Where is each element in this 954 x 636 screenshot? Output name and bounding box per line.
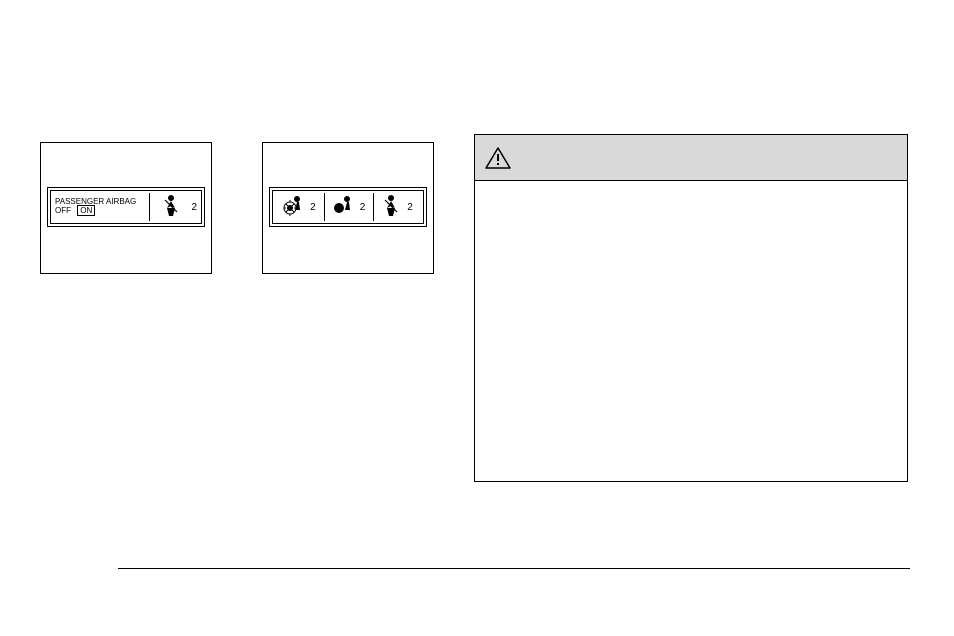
passenger-airbag-line1: PASSENGER AIRBAG [55,197,136,206]
divider-line [373,193,374,221]
indicator-panel-inner: PASSENGER AIRBAG OFF ON 2 [50,190,202,224]
document-page: PASSENGER AIRBAG OFF ON 2 [0,0,954,636]
page-footer-rule [118,568,910,569]
illustration-panel-canada: 2 2 [262,142,434,274]
passenger-airbag-text: PASSENGER AIRBAG OFF ON [55,198,136,216]
caution-header [475,135,907,181]
airbag-off-digit: 2 [310,202,316,213]
caution-box [474,134,908,482]
illustration-panel-us: PASSENGER AIRBAG OFF ON 2 [40,142,212,274]
seatbelt-icon [382,194,400,220]
passenger-airbag-line2: OFF [55,206,71,215]
indicator-panel-outer: 2 2 [269,187,427,227]
airbag-on-icon [333,194,353,220]
indicator-panel-inner: 2 2 [272,190,424,224]
airbag-off-icon [283,194,303,220]
seatbelt-count: 2 [407,202,413,213]
divider-line [149,193,150,221]
warning-triangle-icon [485,147,511,169]
on-indicator-box: ON [77,205,95,216]
indicator-panel-outer: PASSENGER AIRBAG OFF ON 2 [47,187,205,227]
seatbelt-icon [162,194,180,220]
seatbelt-count: 2 [191,202,197,213]
divider-line [324,193,325,221]
airbag-on-digit: 2 [360,202,366,213]
